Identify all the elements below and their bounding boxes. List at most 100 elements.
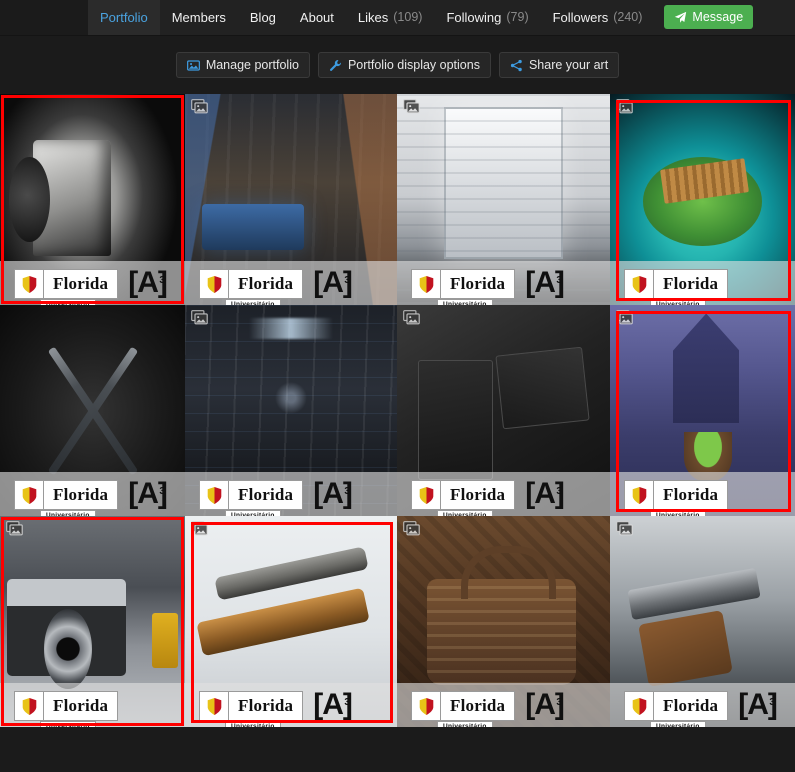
portfolio-display-options-button[interactable]: Portfolio display options — [317, 52, 491, 78]
portfolio-display-options-label: Portfolio display options — [347, 58, 480, 72]
watermark-subtitle: Universitário — [437, 299, 493, 305]
watermark-logo-group: Florida Universitário — [624, 691, 729, 727]
thumb-revolver[interactable]: Florida Universitário [A] 3 — [610, 516, 795, 727]
florida-watermark: FloridaUniversitário [A]3 — [199, 268, 353, 305]
watermark-a3-superscript: 3 — [344, 697, 349, 708]
watermark-logo-group: Florida Universitário — [199, 480, 304, 516]
florida-watermark: FloridaUniversitário [A]3 — [624, 690, 778, 727]
gallery-row: FloridaUniversitário[A]3FloridaUniversit… — [0, 94, 795, 305]
florida-watermark: FloridaUniversitário [A]3 — [411, 690, 565, 727]
watermark-a3-superscript: 3 — [159, 275, 164, 286]
image-stack-icon — [191, 521, 208, 536]
watermark-subtitle: Universitário — [225, 510, 281, 516]
tab-likes[interactable]: Likes (109) — [346, 0, 435, 35]
image-stack-icon — [616, 99, 633, 114]
image-stack-icon — [616, 310, 633, 325]
watermark-subtitle: Universitário — [40, 510, 96, 516]
tab-members[interactable]: Members — [160, 0, 238, 35]
tab-followers-count: (240) — [613, 10, 643, 25]
watermark-name: Florida — [654, 269, 729, 299]
image-stack-icon — [191, 310, 208, 325]
watermark-name: Florida — [229, 480, 304, 510]
watermark-a3-mark: [A] 3 — [313, 479, 353, 509]
watermark-subtitle: Universitário — [225, 299, 281, 305]
watermark-name: Florida — [441, 691, 516, 721]
florida-watermark: FloridaUniversitário [A]3 — [199, 479, 353, 516]
watermark-subtitle: Universitário — [650, 721, 706, 727]
tab-likes-count: (109) — [393, 10, 423, 25]
watermark-a3-mark: [A] 3 — [738, 690, 778, 720]
watermark-logo-group: Florida Universitário — [14, 269, 119, 305]
tab-about[interactable]: About — [288, 0, 346, 35]
top-navigation-bar: Portfolio Members Blog About Likes (109) Follo… — [0, 0, 795, 36]
watermark-a3-superscript: 3 — [556, 275, 561, 286]
tab-following[interactable]: Following (79) — [434, 0, 540, 35]
thumb-white-corridor[interactable]: Florida Universitário [A] 3 — [397, 94, 610, 305]
watermark-a3-superscript: 3 — [159, 486, 164, 497]
image-stack-icon — [403, 521, 420, 536]
shield-icon — [624, 691, 654, 721]
watermark-name: Florida — [44, 269, 119, 299]
nav-left-spacer — [0, 0, 88, 35]
watermark-a3-mark: [A] 3 — [313, 268, 353, 298]
watermark-a3-mark: [A] 3 — [525, 690, 565, 720]
image-stack-icon — [616, 521, 633, 536]
shield-icon — [199, 691, 229, 721]
watermark-name: Florida — [44, 480, 119, 510]
shield-icon — [14, 480, 44, 510]
share-icon — [510, 59, 523, 72]
shield-icon — [411, 269, 441, 299]
watermark-name: Florida — [229, 269, 304, 299]
tab-portfolio-label: Portfolio — [100, 10, 148, 25]
thumb-vintage-camera[interactable]: FloridaUniversitário[A]3 — [0, 516, 185, 727]
share-your-art-button[interactable]: Share your art — [498, 52, 620, 78]
thumb-halloween[interactable]: FloridaUniversitário[A]3 — [610, 305, 795, 516]
florida-watermark: FloridaUniversitário[A]3 — [14, 691, 119, 727]
manage-portfolio-label: Manage portfolio — [205, 58, 299, 72]
thumb-scifi-lounge[interactable]: Florida Universitário [A] 3 — [185, 94, 397, 305]
florida-watermark: FloridaUniversitário[A]3 — [14, 479, 168, 516]
shield-icon — [624, 269, 654, 299]
watermark-logo-group: Florida Universitário — [624, 480, 729, 516]
watermark-a3-mark: [A] 3 — [128, 268, 168, 298]
watermark-logo-group: Florida Universitário — [624, 269, 729, 305]
portfolio-action-bar: Manage portfolio Portfolio display optio… — [0, 36, 795, 94]
watermark-a3-mark: [A] 3 — [525, 268, 565, 298]
tab-blog-label: Blog — [249, 10, 276, 25]
watermark-name: Florida — [229, 691, 304, 721]
thumb-crossed-axes[interactable]: Florida Universitário [A] 3 — [0, 305, 185, 516]
watermark-a3-superscript: 3 — [556, 486, 561, 497]
watermark-name: Florida — [654, 691, 729, 721]
wrench-icon — [329, 59, 342, 72]
tab-members-label: Members — [171, 10, 226, 25]
image-stack-icon — [403, 99, 420, 114]
florida-watermark: FloridaUniversitário[A]3 — [199, 690, 353, 727]
image-stack-icon — [191, 99, 208, 114]
shield-icon — [199, 269, 229, 299]
thumb-engraved-lighter[interactable]: Florida Universitário [A] 3 — [397, 305, 610, 516]
watermark-logo-group: Florida Universitário — [14, 480, 119, 516]
thumb-ship-corridor[interactable]: Florida Universitário [A] 3 — [185, 305, 397, 516]
watermark-logo-group: Florida Universitário — [411, 691, 516, 727]
tab-portfolio[interactable]: Portfolio — [88, 0, 160, 35]
watermark-name: Florida — [441, 269, 516, 299]
watermark-subtitle: Universitário — [437, 721, 493, 727]
tab-followers[interactable]: Followers (240) — [541, 0, 655, 35]
message-button[interactable]: Message — [664, 5, 754, 29]
tab-blog[interactable]: Blog — [238, 0, 288, 35]
shield-icon — [199, 480, 229, 510]
image-stack-icon — [6, 521, 23, 536]
gallery-row: FloridaUniversitário[A]3FloridaUniversit… — [0, 305, 795, 516]
tab-likes-label: Likes — [357, 10, 389, 25]
thumb-scoped-rifle[interactable]: Florida Universitário [A] 3 — [185, 516, 397, 727]
shield-icon — [14, 691, 44, 721]
watermark-subtitle: Universitário — [225, 721, 281, 727]
manage-portfolio-button[interactable]: Manage portfolio — [175, 52, 310, 78]
watermark-a3-superscript: 3 — [344, 275, 349, 286]
watermark-a3-superscript: 3 — [344, 486, 349, 497]
thumb-isle-bridge[interactable]: FloridaUniversitário[A]3 — [610, 94, 795, 305]
tab-following-label: Following — [446, 10, 502, 25]
thumb-monogram-bag[interactable]: Florida Universitário [A] 3 — [397, 516, 610, 727]
watermark-logo-group: Florida Universitário — [411, 269, 516, 305]
thumb-lighter-dark[interactable]: Florida Universitário [A] 3 — [0, 94, 185, 305]
